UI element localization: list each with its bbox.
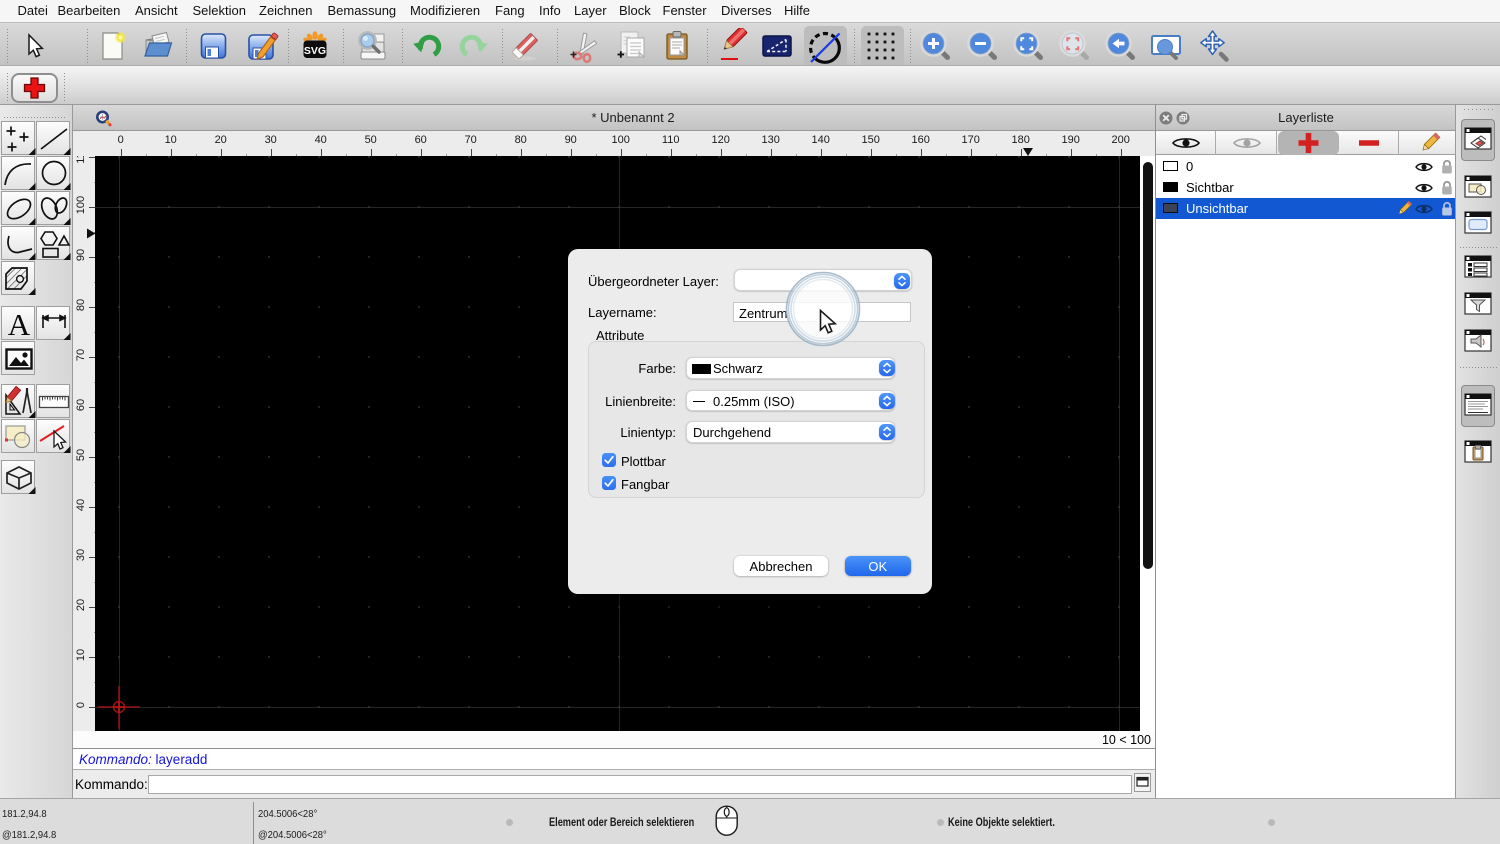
svg-text:A: A	[8, 307, 31, 341]
svg-text:SVG: SVG	[304, 45, 326, 57]
